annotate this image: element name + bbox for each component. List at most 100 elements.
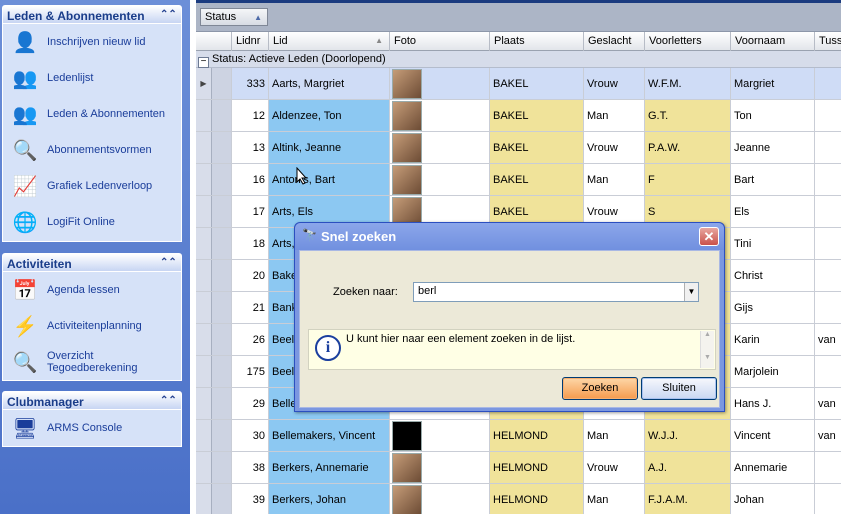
row-gutter	[212, 452, 232, 483]
cell-foto	[390, 484, 490, 514]
cell-voornaam: Karin	[731, 324, 815, 355]
sidebar-item-logifit[interactable]: 🌐 LogiFit Online	[3, 204, 181, 240]
cell-voornaam: Johan	[731, 484, 815, 514]
cell-voornaam: Christ	[731, 260, 815, 291]
table-row[interactable]: 12 Aldenzee, Ton BAKEL Man G.T. Ton	[196, 100, 841, 132]
panel-header[interactable]: Clubmanager ⌃⌃	[2, 391, 182, 410]
cell-lid: Altink, Jeanne	[269, 132, 390, 163]
sidebar-item-agenda[interactable]: 📅 Agenda lessen	[3, 272, 181, 308]
cell-lid: Berkers, Annemarie	[269, 452, 390, 483]
column-header-voornaam[interactable]: Voornaam	[731, 32, 815, 51]
column-header-voorletters[interactable]: Voorletters	[645, 32, 731, 51]
info-scrollbar[interactable]: ▲ ▼	[700, 331, 714, 368]
table-row[interactable]: 16 Antonis, Bart BAKEL Man F Bart	[196, 164, 841, 196]
sidebar-item-leden-abonnementen[interactable]: 👥 Leden & Abonnementen	[3, 96, 181, 132]
column-header-row: Lidnr Lid ▲ Foto Plaats Geslacht Voorlett…	[196, 32, 841, 51]
scroll-up-icon[interactable]: ▲	[701, 331, 714, 343]
info-text: U kunt hier naar een element zoeken in d…	[346, 333, 576, 345]
cell-tuss: van	[818, 333, 836, 346]
row-gutter	[212, 132, 232, 163]
row-gutter	[212, 164, 232, 195]
cell-voorletters: G.T.	[645, 100, 731, 131]
cell-geslacht: Vrouw	[584, 132, 645, 163]
dropdown-arrow-icon[interactable]: ▼	[684, 283, 698, 301]
panel-header[interactable]: Activiteiten ⌃⌃	[2, 253, 182, 272]
cell-foto	[390, 452, 490, 483]
cell-lid: Antonis, Bart	[269, 164, 390, 195]
member-photo	[392, 484, 422, 514]
divider	[196, 0, 841, 3]
sidebar-item-inschrijven[interactable]: 👤 Inschrijven nieuw lid	[3, 24, 181, 60]
sidebar-item-arms[interactable]: 🖥 ARMS Console	[3, 410, 181, 446]
user-search-icon: 👥	[12, 103, 38, 126]
column-header-tuss[interactable]: Tuss	[815, 32, 841, 51]
mouse-cursor-icon	[296, 167, 308, 185]
panel-header[interactable]: Leden & Abonnementen ⌃⌃	[2, 5, 182, 24]
row-indicator	[196, 100, 212, 131]
table-row[interactable]: ▶ 333 Aarts, Margriet BAKEL Vrouw W.F.M. Margr…	[196, 68, 841, 100]
cell-lidnr: 20	[232, 260, 269, 291]
panel-clubmanager: Clubmanager ⌃⌃ 🖥 ARMS Console	[2, 391, 182, 447]
table-row[interactable]: 39 Berkers, Johan HELMOND Man F.J.A.M. Johan	[196, 484, 841, 514]
row-gutter	[212, 100, 232, 131]
cell-lidnr: 38	[232, 452, 269, 483]
row-indicator	[196, 484, 212, 514]
table-row[interactable]: 13 Altink, Jeanne BAKEL Vrouw P.A.W. Jeanne	[196, 132, 841, 164]
column-header-geslacht[interactable]: Geslacht	[584, 32, 645, 51]
search-input[interactable]: berl ▼	[413, 282, 699, 302]
group-status-button[interactable]: Status ▲	[200, 8, 268, 26]
member-photo	[392, 420, 422, 451]
cell-lidnr: 16	[232, 164, 269, 195]
collapse-minus-icon[interactable]: −	[198, 57, 209, 68]
close-button[interactable]: ✕	[699, 227, 719, 246]
cell-tuss	[815, 228, 841, 259]
cell-plaats: HELMOND	[490, 452, 584, 483]
sidebar-item-grafiek[interactable]: 📈 Grafiek Ledenverloop	[3, 168, 181, 204]
cell-lidnr: 26	[232, 324, 269, 355]
column-header-plaats[interactable]: Plaats	[490, 32, 584, 51]
sluiten-button[interactable]: Sluiten	[641, 377, 717, 400]
table-row[interactable]: 30 Bellemakers, Vincent HELMOND Man W.J.J. Vi…	[196, 420, 841, 452]
header-spacer	[196, 32, 232, 51]
cell-lid: Aarts, Margriet	[269, 68, 390, 99]
binoculars-icon: 🔭	[302, 228, 317, 242]
scroll-down-icon[interactable]: ▼	[701, 354, 714, 366]
cell-voornaam: Gijs	[731, 292, 815, 323]
cell-lidnr: 29	[232, 388, 269, 419]
column-header-lid[interactable]: Lid ▲	[269, 32, 390, 51]
cell-lidnr: 18	[232, 228, 269, 259]
panel-activiteiten: Activiteiten ⌃⌃ 📅 Agenda lessen ⚡ Activitei…	[2, 253, 182, 381]
column-header-lidnr[interactable]: Lidnr	[232, 32, 269, 51]
magnifier-icon: 🔍	[12, 351, 38, 374]
search-label: Zoeken naar:	[333, 286, 398, 298]
sidebar-item-activiteitenplanning[interactable]: ⚡ Activiteitenplanning	[3, 308, 181, 344]
sidebar-item-tegoed[interactable]: 🔍 Overzicht Tegoedberekening	[3, 344, 181, 380]
column-header-foto[interactable]: Foto	[390, 32, 490, 51]
cell-lidnr: 17	[232, 196, 269, 227]
group-row[interactable]: − Status: Actieve Leden (Doorlopend)	[196, 51, 841, 68]
sidebar-item-abonnementsvormen[interactable]: 🔍 Abonnementsvormen	[3, 132, 181, 168]
console-icon: 🖥	[12, 417, 38, 440]
sidebar-item-ledenlijst[interactable]: 👥 Ledenlijst	[3, 60, 181, 96]
cell-lid: Aldenzee, Ton	[269, 100, 390, 131]
row-gutter	[212, 68, 232, 99]
row-gutter	[212, 260, 232, 291]
cell-voorletters: W.F.M.	[645, 68, 731, 99]
cell-geslacht: Man	[584, 164, 645, 195]
zoeken-button[interactable]: Zoeken	[562, 377, 638, 400]
row-indicator	[196, 228, 212, 259]
collapse-chevron-icon[interactable]: ⌃⌃	[160, 256, 177, 270]
collapse-chevron-icon[interactable]: ⌃⌃	[160, 394, 177, 408]
row-indicator	[196, 356, 212, 387]
cell-voorletters: A.J.	[645, 452, 731, 483]
member-photo	[392, 164, 422, 195]
collapse-chevron-icon[interactable]: ⌃⌃	[160, 8, 177, 22]
member-photo	[392, 100, 422, 131]
table-row[interactable]: 38 Berkers, Annemarie HELMOND Vrouw A.J. Anne…	[196, 452, 841, 484]
cell-foto	[390, 68, 490, 99]
cell-voorletters: P.A.W.	[645, 132, 731, 163]
cell-tuss	[815, 68, 841, 99]
sidebar: Leden & Abonnementen ⌃⌃ 👤 Inschrijven nieu…	[0, 0, 190, 514]
cell-plaats: BAKEL	[490, 100, 584, 131]
dialog-titlebar[interactable]: 🔭 Snel zoeken ✕	[295, 223, 724, 250]
